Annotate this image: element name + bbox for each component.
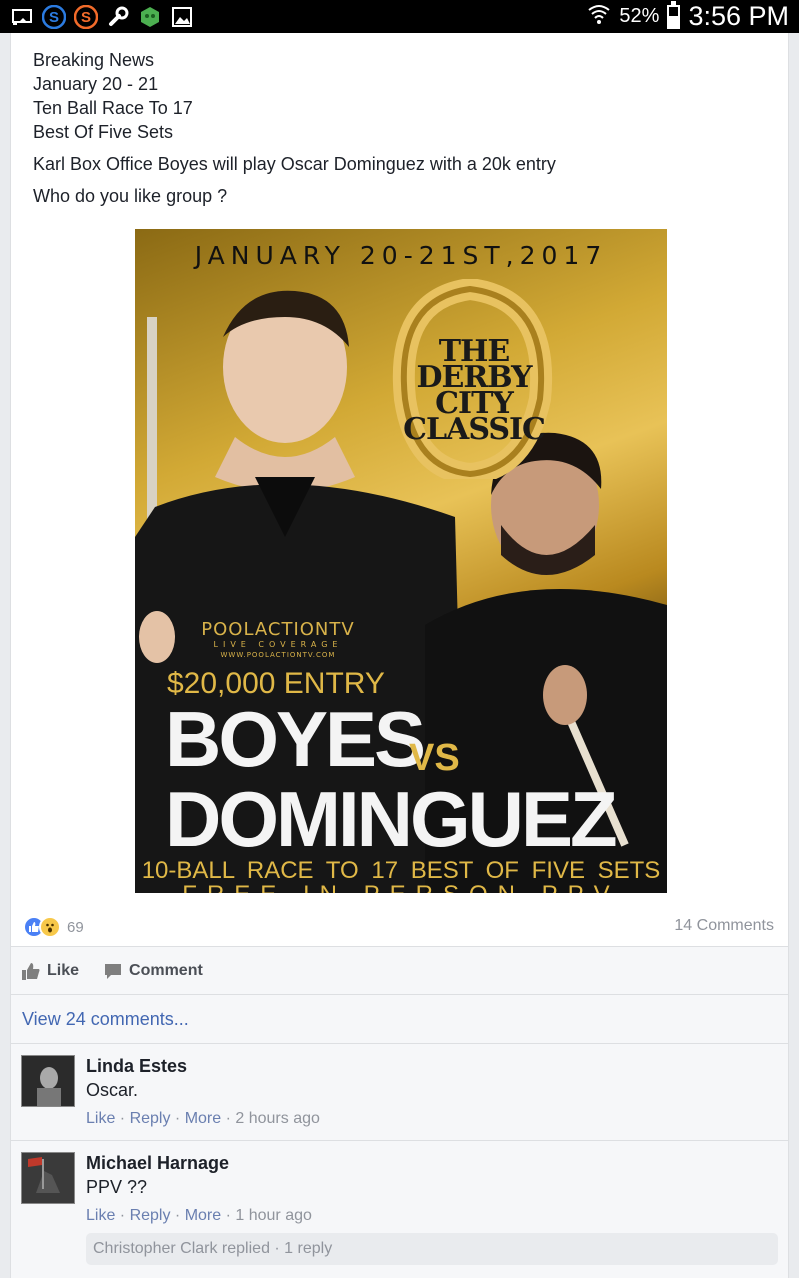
notification-icons: S S (10, 4, 194, 30)
comment-author[interactable]: Michael Harnage (86, 1153, 229, 1174)
poster-vs: VS (409, 737, 460, 779)
action-bar: Like Comment (11, 947, 788, 995)
comment-text: Oscar. (86, 1080, 139, 1100)
cast-icon (10, 5, 34, 29)
derby-line-3: CLASSIC (403, 412, 546, 447)
battery-icon (667, 0, 681, 29)
post-line-1: Breaking News (33, 50, 155, 70)
comment-time: 1 hour ago (235, 1207, 312, 1224)
comments-count-link[interactable]: 14 Comments (674, 917, 774, 935)
post-paragraph-2: Who do you like group ? (33, 186, 228, 206)
comment-button[interactable]: Comment (103, 961, 203, 981)
battery-percent: 52% (619, 5, 660, 27)
patv-url: WWW.POOLACTIONTV.COM (220, 651, 336, 659)
comment-like-link[interactable]: Like (86, 1207, 115, 1224)
like-button[interactable]: Like (21, 961, 79, 981)
derby-line-2: DERBY CITY (416, 360, 532, 421)
poster-free: FREE IN PERSON PPV ONLINE (135, 881, 667, 893)
comment-time: 2 hours ago (235, 1110, 320, 1127)
derby-city-classic-logo-text: THE DERBY CITY CLASSIC (379, 337, 569, 447)
post-line-4: Best Of Five Sets (33, 122, 174, 142)
clock: 3:56 PM (688, 1, 789, 31)
view-more-comments-link[interactable]: View 24 comments... (11, 995, 788, 1043)
game-app-icon (138, 5, 162, 29)
s-app-icon-blue: S (42, 5, 66, 29)
poolactiontv-logo: POOLACTIONTV LIVE COVERAGE WWW.POOLACTIO… (183, 619, 373, 659)
comment-like-link[interactable]: Like (86, 1110, 115, 1127)
comment-item: Michael Harnage PPV ?? Like · Reply · Mo… (11, 1141, 788, 1278)
avatar[interactable] (21, 1055, 75, 1107)
patv-sub: LIVE COVERAGE (213, 640, 343, 649)
thumbs-up-icon (22, 963, 40, 980)
status-right: 52% 3:56 PM (587, 0, 789, 33)
status-bar: S S 52% 3:56 PM (0, 0, 799, 33)
comment-meta: Like · Reply · More · 1 hour ago (86, 1207, 312, 1224)
like-label: Like (47, 962, 80, 979)
post-card: Breaking News January 20 - 21 Ten Ball R… (10, 33, 789, 1278)
comment-text: PPV ?? (86, 1177, 148, 1197)
poster-date: JANUARY 20-21ST,2017 (194, 241, 608, 270)
reaction-count: 69 (67, 918, 84, 936)
comment-more-link[interactable]: More (185, 1110, 221, 1127)
svg-text:S: S (49, 9, 59, 26)
battery-fill (669, 16, 679, 27)
poster-player1: BOYES (165, 695, 426, 783)
wrench-icon (106, 5, 130, 29)
comment-reply-link[interactable]: Reply (130, 1207, 171, 1224)
comment-reply-link[interactable]: Reply (130, 1110, 171, 1127)
comment-more-link[interactable]: More (185, 1207, 221, 1224)
post-text: Breaking News January 20 - 21 Ten Ball R… (33, 48, 773, 208)
comment-bubble-icon (105, 964, 122, 979)
svg-text:S: S (81, 9, 91, 26)
comment-meta: Like · Reply · More · 2 hours ago (86, 1110, 320, 1127)
wow-reaction-icon (39, 916, 61, 938)
reactions-summary[interactable]: 69 (23, 913, 84, 941)
post-image[interactable]: JANUARY 20-21ST,2017 THE DERBY CITY CLAS… (135, 229, 667, 893)
poster-player2: DOMINGUEZ (165, 775, 618, 863)
view-replies-link[interactable]: Christopher Clark replied · 1 reply (86, 1233, 778, 1265)
post-paragraph-1: Karl Box Office Boyes will play Oscar Do… (33, 154, 556, 174)
comment-item: Linda Estes Oscar. Like · Reply · More ·… (11, 1044, 788, 1140)
avatar[interactable] (21, 1152, 75, 1204)
comment-label: Comment (129, 962, 203, 979)
comment-author[interactable]: Linda Estes (86, 1056, 187, 1077)
wifi-icon (587, 2, 611, 31)
post-line-3: Ten Ball Race To 17 (33, 98, 193, 118)
patv-name: POOLACTIONTV (201, 619, 355, 640)
post-line-2: January 20 - 21 (33, 74, 159, 94)
s-app-icon-orange: S (74, 5, 98, 29)
image-icon (170, 5, 194, 29)
